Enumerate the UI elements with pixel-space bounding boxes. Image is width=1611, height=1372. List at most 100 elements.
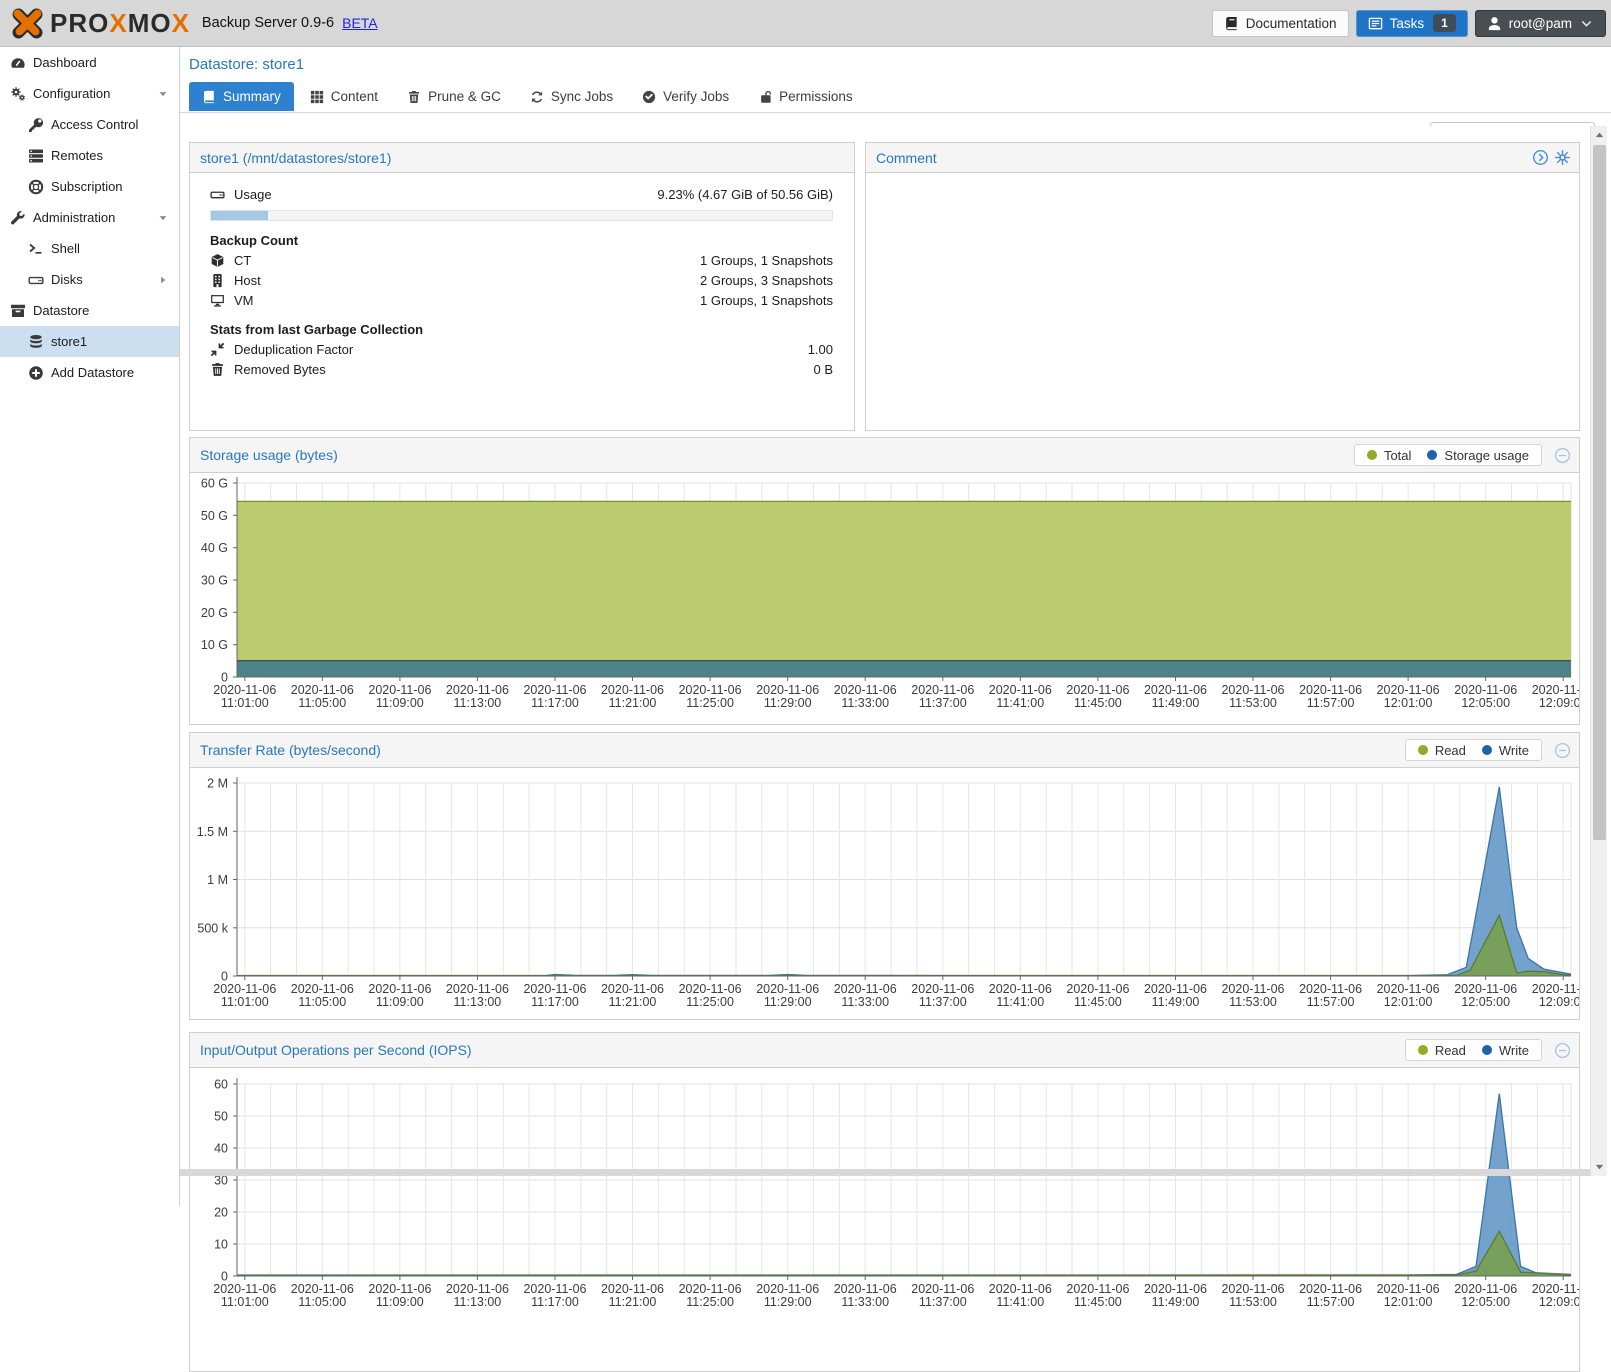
documentation-button[interactable]: Documentation (1212, 10, 1349, 37)
chart-legend: Read Write (1405, 739, 1542, 761)
tasks-button[interactable]: Tasks 1 (1356, 10, 1468, 37)
minus-circle-icon[interactable] (1554, 447, 1571, 464)
sidebar-item-disks[interactable]: Disks (0, 264, 179, 295)
tab-summary[interactable]: Summary (189, 82, 294, 111)
caret-down-icon[interactable] (157, 88, 169, 100)
scrollbar-thumb[interactable] (1593, 145, 1606, 840)
sidebar-item-shell[interactable]: Shell (0, 233, 179, 264)
svg-text:11:37:00: 11:37:00 (919, 696, 967, 710)
svg-text:11:45:00: 11:45:00 (1074, 995, 1122, 1009)
sidebar-item-label: Administration (33, 210, 115, 225)
svg-text:2020-11-06: 2020-11-06 (523, 1282, 586, 1296)
svg-text:11:49:00: 11:49:00 (1152, 995, 1200, 1009)
svg-text:2020-11-06: 2020-11-06 (1299, 982, 1362, 996)
table-row: CT1 Groups, 1 Snapshots (190, 250, 854, 270)
svg-text:60: 60 (214, 1078, 228, 1092)
wrench-icon (10, 210, 26, 226)
svg-text:10 G: 10 G (201, 638, 228, 652)
proxmox-logo: PROXMOX (10, 6, 190, 40)
svg-text:11:05:00: 11:05:00 (298, 995, 346, 1009)
svg-text:2020-11-06: 2020-11-06 (1299, 1282, 1362, 1296)
svg-text:2020-11-06: 2020-11-06 (911, 1282, 974, 1296)
legend-entry[interactable]: Write (1482, 1043, 1529, 1058)
comment-body[interactable] (866, 173, 1579, 431)
svg-text:2020-11-06: 2020-11-06 (213, 1282, 276, 1296)
gc-stats-heading: Stats from last Garbage Collection (190, 319, 854, 339)
sidebar-item-store1[interactable]: store1 (0, 326, 179, 357)
sidebar-item-label: Add Datastore (51, 365, 134, 380)
iops-chart: 01020304050602020-11-0611:01:002020-11-0… (190, 1068, 1579, 1368)
svg-text:11:41:00: 11:41:00 (996, 696, 1044, 710)
arrow-circle-icon[interactable] (1532, 149, 1549, 166)
svg-text:2020-11-06: 2020-11-06 (989, 1282, 1052, 1296)
horizontal-scrollbar[interactable] (180, 1169, 1590, 1176)
row-value: 2 Groups, 3 Snapshots (700, 273, 833, 288)
plus-circle-icon (28, 365, 44, 381)
svg-text:2020-11-06: 2020-11-06 (834, 1282, 897, 1296)
legend-label: Read (1435, 1043, 1466, 1058)
user-menu-button[interactable]: root@pam (1475, 10, 1606, 37)
legend-label: Write (1499, 743, 1529, 758)
legend-entry[interactable]: Total (1367, 448, 1411, 463)
summary-scroll-area: store1 (/mnt/datastores/store1) Usage 9.… (180, 126, 1611, 1176)
sidebar-item-remotes[interactable]: Remotes (0, 140, 179, 171)
sidebar-item-label: Shell (51, 241, 80, 256)
gear-icon[interactable] (1554, 149, 1571, 166)
svg-text:11:13:00: 11:13:00 (454, 696, 502, 710)
tasks-label: Tasks (1390, 16, 1425, 31)
sidebar-item-access-control[interactable]: Access Control (0, 109, 179, 140)
svg-text:2020-11-06: 2020-11-06 (834, 683, 897, 697)
legend-label: Read (1435, 743, 1466, 758)
tab-permissions[interactable]: Permissions (745, 82, 866, 111)
storage-usage-chart: 010 G20 G30 G40 G50 G60 G2020-11-0611:01… (190, 473, 1579, 725)
tab-prune-gc[interactable]: Prune & GC (394, 82, 514, 111)
legend-entry[interactable]: Read (1418, 1043, 1466, 1058)
svg-text:2020-11-06: 2020-11-06 (679, 982, 742, 996)
sidebar-item-add-datastore[interactable]: Add Datastore (0, 357, 179, 388)
scroll-down-icon[interactable] (1593, 1160, 1606, 1173)
caret-right-icon[interactable] (157, 274, 169, 286)
svg-text:2020-11-06: 2020-11-06 (291, 982, 354, 996)
sidebar-item-label: Access Control (51, 117, 138, 132)
svg-text:11:29:00: 11:29:00 (764, 696, 812, 710)
proxmox-x-icon (10, 6, 44, 40)
svg-text:11:45:00: 11:45:00 (1074, 696, 1122, 710)
minus-circle-icon[interactable] (1554, 1042, 1571, 1059)
svg-text:11:33:00: 11:33:00 (841, 696, 889, 710)
sidebar-item-label: Datastore (33, 303, 89, 318)
tab-verify-jobs[interactable]: Verify Jobs (629, 82, 742, 111)
svg-text:2020-11-06: 2020-11-06 (601, 1282, 664, 1296)
svg-text:500 k: 500 k (197, 921, 228, 935)
minus-circle-icon[interactable] (1554, 742, 1571, 759)
svg-text:20: 20 (214, 1206, 228, 1220)
svg-text:11:25:00: 11:25:00 (686, 1295, 734, 1309)
beta-link[interactable]: BETA (342, 15, 378, 31)
tab-content[interactable]: Content (297, 82, 391, 111)
svg-text:2020-11-06: 2020-11-06 (1221, 1282, 1284, 1296)
svg-text:12:01:00: 12:01:00 (1384, 1295, 1433, 1309)
legend-dot-icon (1418, 1045, 1428, 1055)
sidebar-item-administration[interactable]: Administration (0, 202, 179, 233)
sync-icon (530, 90, 544, 104)
svg-text:2020-11-06: 2020-11-06 (523, 683, 586, 697)
caret-down-icon[interactable] (157, 212, 169, 224)
documentation-label: Documentation (1246, 16, 1337, 31)
main-content: Datastore: store1 SummaryContentPrune & … (180, 47, 1611, 1206)
legend-entry[interactable]: Storage usage (1427, 448, 1529, 463)
svg-text:2020-11-06: 2020-11-06 (1454, 1282, 1517, 1296)
row-label: CT (234, 253, 700, 268)
svg-text:2020-11-06: 2020-11-06 (1066, 1282, 1129, 1296)
sidebar-item-datastore[interactable]: Datastore (0, 295, 179, 326)
row-label: Host (234, 273, 700, 288)
legend-entry[interactable]: Write (1482, 743, 1529, 758)
legend-entry[interactable]: Read (1418, 743, 1466, 758)
host-icon (210, 273, 225, 288)
tab-sync-jobs[interactable]: Sync Jobs (517, 82, 626, 111)
sidebar-item-dashboard[interactable]: Dashboard (0, 47, 179, 78)
scroll-up-icon[interactable] (1593, 129, 1606, 142)
vertical-scrollbar[interactable] (1590, 126, 1607, 1176)
svg-text:2020-11-06: 2020-11-06 (911, 982, 974, 996)
sidebar-item-configuration[interactable]: Configuration (0, 78, 179, 109)
sidebar-item-subscription[interactable]: Subscription (0, 171, 179, 202)
svg-text:2020-11-06: 2020-11-06 (1299, 683, 1362, 697)
